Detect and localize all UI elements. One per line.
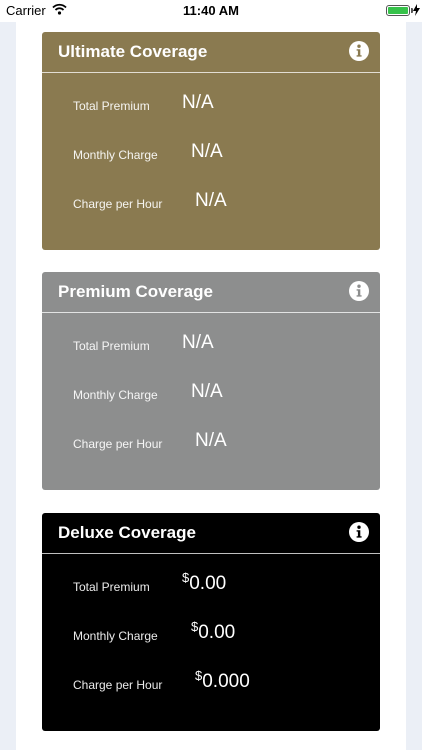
value-text: N/A: [191, 141, 223, 162]
monthly-charge-label: Monthly Charge: [73, 388, 158, 402]
card-title: Premium Coverage: [58, 282, 213, 301]
charge-per-hour-value: N/A: [195, 187, 227, 212]
total-premium-row: Total Premium N/A: [73, 89, 373, 119]
total-premium-row: Total Premium N/A: [73, 329, 373, 359]
status-time: 11:40 AM: [183, 3, 239, 18]
total-premium-label: Total Premium: [73, 99, 150, 113]
total-premium-label: Total Premium: [73, 580, 150, 594]
charge-per-hour-row: Charge per Hour $0.000: [73, 668, 373, 698]
battery-level: [388, 7, 408, 14]
monthly-charge-label: Monthly Charge: [73, 629, 158, 643]
charge-per-hour-value: $0.000: [195, 668, 250, 693]
card-header: Ultimate Coverage: [42, 32, 380, 73]
value-text: 0.00: [189, 573, 227, 594]
card-header: Premium Coverage: [42, 272, 380, 313]
total-premium-row: Total Premium $0.00: [73, 570, 373, 600]
monthly-charge-row: Monthly Charge $0.00: [73, 619, 373, 649]
card-title: Deluxe Coverage: [58, 523, 196, 542]
value-text: N/A: [191, 381, 223, 402]
charge-per-hour-label: Charge per Hour: [73, 678, 163, 692]
info-icon[interactable]: [349, 281, 369, 301]
value-text: N/A: [182, 332, 214, 353]
status-bar: Carrier 11:40 AM: [0, 0, 422, 22]
coverage-list[interactable]: Ultimate Coverage Total Premium N/A Mont…: [16, 22, 406, 750]
total-premium-value: $0.00: [182, 570, 226, 595]
charge-per-hour-label: Charge per Hour: [73, 197, 163, 211]
info-icon[interactable]: [349, 522, 369, 542]
monthly-charge-row: Monthly Charge N/A: [73, 378, 373, 408]
card-premium-coverage: Premium Coverage Total Premium N/A Month…: [42, 272, 380, 490]
charge-per-hour-label: Charge per Hour: [73, 437, 163, 451]
value-text: N/A: [195, 430, 227, 451]
value-text: 0.00: [198, 622, 236, 643]
total-premium-value: N/A: [182, 89, 214, 114]
card-title: Ultimate Coverage: [58, 42, 208, 61]
charging-icon: [413, 4, 420, 19]
total-premium-value: N/A: [182, 329, 214, 354]
card-header: Deluxe Coverage: [42, 513, 380, 554]
charge-per-hour-row: Charge per Hour N/A: [73, 187, 373, 217]
total-premium-label: Total Premium: [73, 339, 150, 353]
monthly-charge-value: N/A: [191, 378, 223, 403]
charge-per-hour-row: Charge per Hour N/A: [73, 427, 373, 457]
value-text: N/A: [195, 190, 227, 211]
monthly-charge-label: Monthly Charge: [73, 148, 158, 162]
card-deluxe-coverage: Deluxe Coverage Total Premium $0.00 Mont…: [42, 513, 380, 731]
charge-per-hour-value: N/A: [195, 427, 227, 452]
card-ultimate-coverage: Ultimate Coverage Total Premium N/A Mont…: [42, 32, 380, 250]
monthly-charge-value: N/A: [191, 138, 223, 163]
battery-icon: [386, 5, 410, 16]
monthly-charge-value: $0.00: [191, 619, 235, 644]
monthly-charge-row: Monthly Charge N/A: [73, 138, 373, 168]
value-text: N/A: [182, 92, 214, 113]
value-text: 0.000: [202, 671, 250, 692]
info-icon[interactable]: [349, 41, 369, 61]
